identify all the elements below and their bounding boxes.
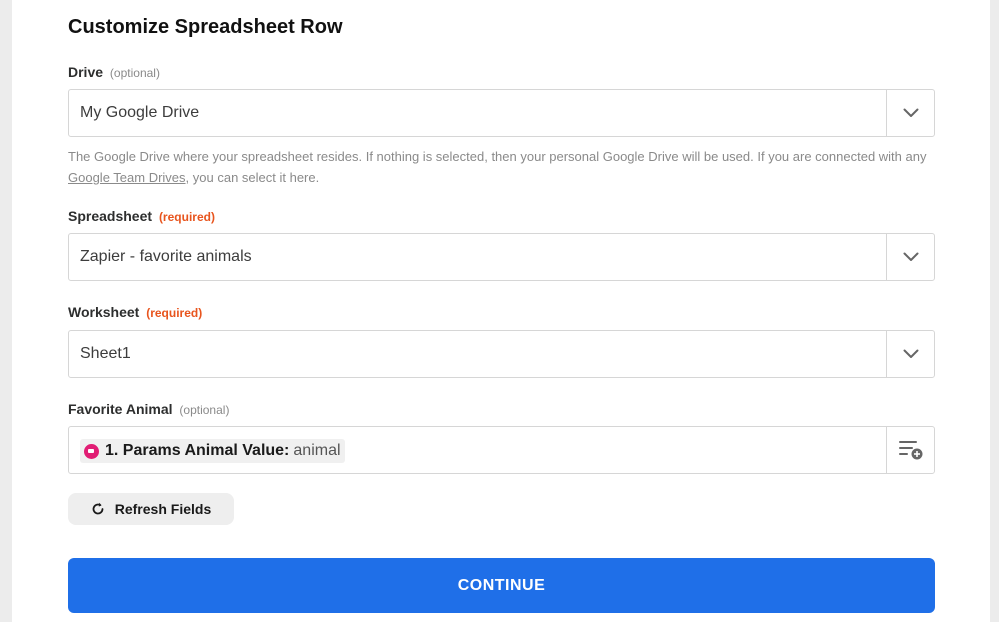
google-team-drives-link[interactable]: Google Team Drives [68, 170, 186, 185]
drive-help-text: The Google Drive where your spreadsheet … [68, 146, 938, 188]
drive-help-after: , you can select it here. [185, 170, 320, 185]
refresh-fields-button[interactable]: Refresh Fields [68, 493, 234, 525]
drive-optional-tag: (optional) [109, 66, 160, 80]
drive-dropdown-toggle[interactable] [886, 90, 934, 136]
spreadsheet-select[interactable]: Zapier - favorite animals [68, 233, 935, 281]
chevron-down-icon [903, 252, 918, 261]
webhook-app-icon [84, 443, 99, 459]
form-panel: Customize Spreadsheet Row Drive (optiona… [12, 0, 990, 622]
drive-select-value: My Google Drive [80, 104, 200, 121]
chevron-down-icon [903, 349, 918, 358]
refresh-icon [92, 502, 104, 515]
worksheet-required-tag: (required) [146, 306, 203, 320]
spreadsheet-label-text: Spreadsheet [68, 208, 153, 224]
pill-step-label: 1. Params Animal Value: [105, 442, 290, 459]
worksheet-select-value: Sheet1 [80, 345, 131, 362]
spreadsheet-select-value: Zapier - favorite animals [80, 248, 252, 265]
spreadsheet-label: Spreadsheet (required) [68, 208, 215, 224]
worksheet-label-text: Worksheet [68, 304, 140, 320]
drive-label-text: Drive [68, 64, 104, 80]
worksheet-label: Worksheet (required) [68, 304, 202, 320]
favorite-animal-optional-tag: (optional) [179, 403, 230, 417]
insert-data-icon [898, 441, 922, 460]
drive-label: Drive (optional) [68, 64, 160, 80]
spreadsheet-dropdown-toggle[interactable] [886, 234, 934, 280]
spreadsheet-required-tag: (required) [158, 210, 215, 224]
insert-data-button[interactable] [886, 427, 934, 473]
refresh-fields-label: Refresh Fields [114, 501, 212, 517]
chevron-down-icon [903, 108, 918, 117]
page-title: Customize Spreadsheet Row [68, 16, 343, 38]
worksheet-dropdown-toggle[interactable] [886, 331, 934, 377]
drive-help-before: The Google Drive where your spreadsheet … [68, 149, 927, 164]
worksheet-select[interactable]: Sheet1 [68, 330, 935, 378]
favorite-animal-input[interactable]: 1. Params Animal Value: animal [68, 426, 935, 474]
favorite-animal-label-text: Favorite Animal [68, 401, 173, 417]
pill-value: animal [293, 442, 341, 459]
mapped-field-pill[interactable]: 1. Params Animal Value: animal [80, 439, 345, 463]
continue-button[interactable]: CONTINUE [68, 558, 935, 613]
drive-select[interactable]: My Google Drive [68, 89, 935, 137]
favorite-animal-label: Favorite Animal (optional) [68, 401, 229, 417]
